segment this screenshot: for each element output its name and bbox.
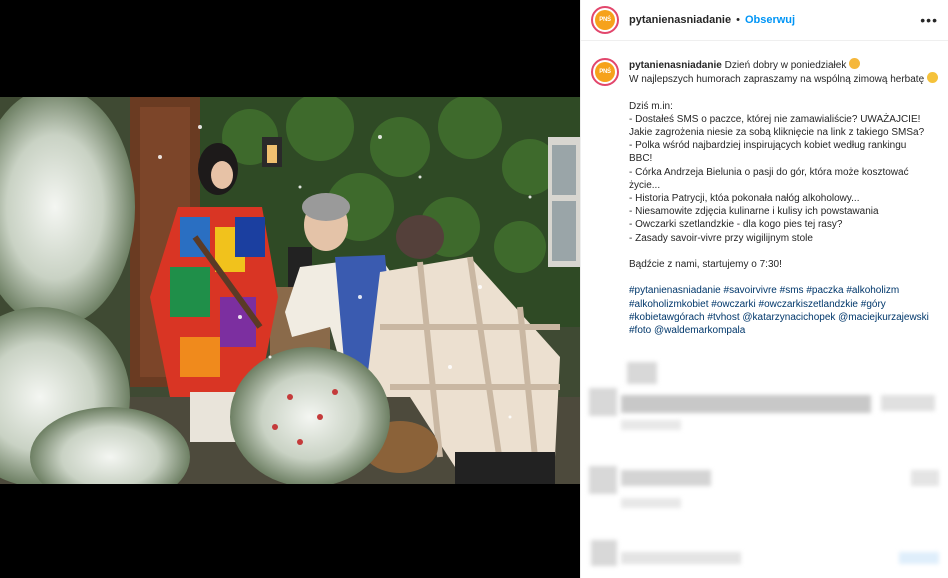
caption-line: - Dostałeś SMS o paczce, której nie zama… [629, 113, 921, 125]
post-media [0, 0, 580, 578]
caption-line: - Niesamowite zdjęcia kulinarne i kulisy… [629, 206, 879, 218]
caption-line: Dziś m.in: [629, 100, 673, 112]
avatar[interactable]: PNŚ [591, 6, 619, 34]
caption-line: Jakie zagrożenia niesie za sobą kliknięc… [629, 127, 925, 138]
blurred-comment [911, 470, 939, 486]
caption-line: BBC! [629, 153, 653, 165]
caption-line: - Polka wśród najbardziej inspirujących … [629, 140, 907, 152]
blurred-comment [621, 552, 741, 564]
blurred-comment [589, 466, 617, 494]
caption-avatar[interactable]: PNŚ [591, 58, 619, 86]
caption-line: W najlepszych humorach zapraszamy na wsp… [629, 72, 939, 86]
smile-emoji-icon [926, 72, 938, 84]
blurred-comment [621, 395, 871, 413]
hashtag-line[interactable]: #pytanienasniadanie #savoirvivre #sms #p… [629, 284, 939, 297]
blurred-comment [899, 552, 939, 564]
caption-username[interactable]: pytanienasniadanie [629, 60, 722, 71]
post-side-panel: PNŚ pytanienasniadanie • Obserwuj ••• PN… [580, 0, 948, 578]
avatar-logo: PNŚ [595, 10, 615, 30]
caption-greeting: Dzień dobry w poniedziałek [724, 60, 847, 71]
hashtag-line[interactable]: #kobietawgórach #tvhost @katarzynacichop… [629, 311, 939, 324]
separator-dot: • [736, 14, 740, 26]
caption-line: życie... [629, 179, 661, 191]
post-caption: PNŚ pytanienasniadanie Dzień dobry w pon… [591, 58, 941, 337]
caption-line: - Córka Andrzeja Bielunia o pasji do gór… [629, 166, 909, 178]
star-eyes-emoji-icon [849, 58, 861, 69]
caption-text: pytanienasniadanie Dzień dobry w poniedz… [629, 58, 939, 337]
follow-button[interactable]: Obserwuj [745, 14, 795, 26]
hashtag-line[interactable]: #foto @waldemarkompala [629, 324, 939, 337]
caption-line: Bądźcie z nami, startujemy o 7:30! [629, 259, 782, 271]
post-header: PNŚ pytanienasniadanie • Obserwuj ••• [581, 0, 948, 41]
header-username[interactable]: pytanienasniadanie [629, 14, 731, 26]
blurred-comment [881, 395, 935, 411]
blurred-comment [589, 388, 617, 416]
caption-line: - Zasady savoir-vivre przy wigilijnym st… [629, 232, 813, 244]
caption-invite: W najlepszych humorach zapraszamy na wsp… [629, 74, 925, 86]
blurred-comment [621, 470, 711, 486]
more-options-icon[interactable]: ••• [920, 12, 938, 28]
post-photo[interactable] [0, 97, 580, 484]
blurred-comment [621, 420, 681, 430]
blurred-comment [627, 362, 657, 384]
caption-line: - Historia Patrycji, któa pokonała nałóg… [629, 193, 860, 205]
hashtag-line[interactable]: #alkoholizmkobiet #owczarki #owczarkisze… [629, 298, 939, 311]
blurred-comment [621, 498, 681, 508]
post-photo-illustration [0, 97, 580, 484]
caption-line: - Owczarki szetlandzkie - dla kogo pies … [629, 219, 843, 231]
blurred-comment [591, 540, 617, 566]
avatar-logo: PNŚ [595, 62, 615, 82]
caption-line: pytanienasniadanie Dzień dobry w poniedz… [629, 58, 939, 72]
